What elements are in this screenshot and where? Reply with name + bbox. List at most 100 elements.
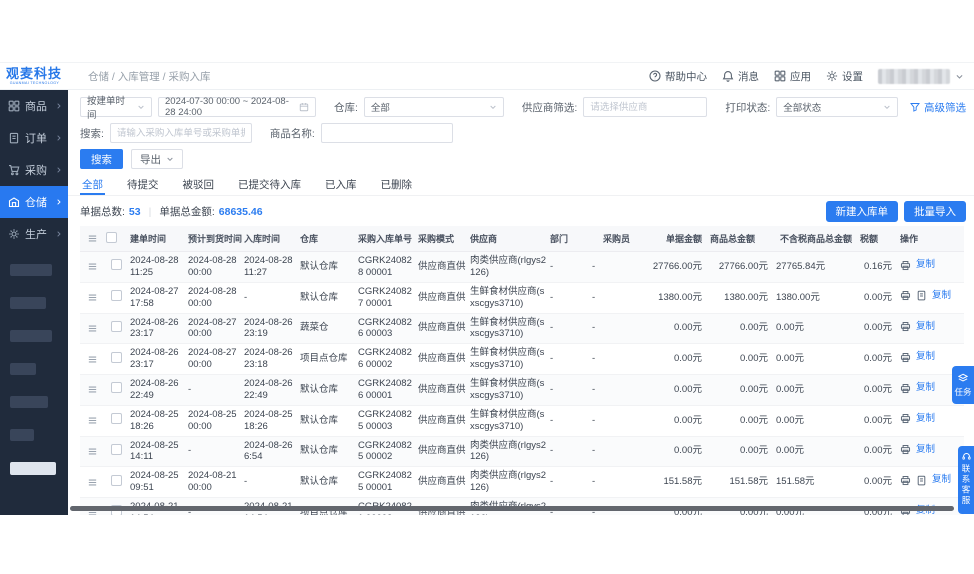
sidebar-item-production[interactable]: 生产 (0, 218, 68, 250)
print-icon[interactable] (900, 260, 911, 271)
status-tab[interactable]: 待提交 (125, 175, 161, 195)
order-number-link[interactable]: CGRK240826 00001 (356, 375, 416, 406)
cell-supplier: 生鲜食材供应商(sxscgys3710) (468, 375, 548, 406)
row-checkbox[interactable] (111, 444, 122, 455)
print-icon[interactable] (900, 383, 911, 394)
order-number-link[interactable]: CGRK240825 00001 (356, 467, 416, 498)
copy-link[interactable]: 复制 (916, 259, 935, 271)
row-checkbox[interactable] (111, 259, 122, 270)
cell-buyer: - (590, 313, 636, 344)
drag-handle-icon[interactable] (87, 415, 98, 426)
drag-handle-icon[interactable] (87, 354, 98, 365)
drag-handle-icon[interactable] (87, 261, 98, 272)
drag-handle-icon[interactable] (87, 446, 98, 457)
cell-inbound-time: 2024-08-26 23:18 (242, 344, 298, 375)
filter-bar: 按建单时间 2024-07-30 00:00 ~ 2024-08-28 24:0… (68, 90, 974, 169)
summary-separator: | (149, 206, 152, 218)
drag-handle-icon[interactable] (87, 323, 98, 334)
drag-handle-icon[interactable] (87, 384, 98, 395)
sidebar-item-products[interactable]: 商品 (0, 90, 68, 122)
horizontal-scrollbar[interactable] (70, 506, 954, 511)
settings-button[interactable]: 设置 (826, 69, 863, 84)
status-tab[interactable]: 已入库 (323, 175, 359, 195)
batch-import-button[interactable]: 批量导入 (904, 201, 966, 222)
column-header[interactable]: 操作 (898, 226, 964, 252)
print-icon[interactable] (900, 321, 911, 332)
column-header[interactable]: 供应商 (468, 226, 548, 252)
search-button[interactable]: 搜索 (80, 149, 123, 169)
copy-link[interactable]: 复制 (916, 321, 935, 333)
row-checkbox[interactable] (111, 382, 122, 393)
drag-handle-icon[interactable] (87, 292, 98, 303)
brand-logo[interactable]: 观麦科技 GUANMAI TECHNOLOGY (0, 67, 68, 86)
copy-link[interactable]: 复制 (932, 290, 951, 302)
new-inbound-button[interactable]: 新建入库单 (826, 201, 899, 222)
column-header[interactable]: 建单时间 (128, 226, 186, 252)
warehouse-select[interactable]: 全部 (364, 97, 504, 117)
row-checkbox[interactable] (111, 352, 122, 363)
copy-link[interactable]: 复制 (916, 413, 935, 425)
order-number-link[interactable]: CGRK240825 00002 (356, 436, 416, 467)
cell-doc-amount: 0.00元 (636, 436, 708, 467)
row-checkbox[interactable] (111, 290, 122, 301)
product-name-input[interactable] (321, 123, 453, 143)
row-checkbox[interactable] (111, 413, 122, 424)
column-header[interactable]: 不含税商品总金额 (774, 226, 858, 252)
column-settings-icon[interactable] (87, 233, 98, 244)
print-status-select[interactable]: 全部状态 (776, 97, 898, 117)
apps-grid-icon (774, 70, 786, 82)
select-all-checkbox[interactable] (106, 232, 117, 243)
order-number-link[interactable]: CGRK240826 00002 (356, 344, 416, 375)
print-icon[interactable] (900, 413, 911, 424)
sidebar-item-purchasing[interactable]: 采购 (0, 154, 68, 186)
task-panel-button[interactable]: 任务 (952, 366, 974, 404)
print-icon[interactable] (900, 444, 911, 455)
row-checkbox[interactable] (111, 475, 122, 486)
sidebar-redacted-section (0, 250, 68, 475)
column-header[interactable]: 税额 (858, 226, 898, 252)
chevron-right-icon (55, 134, 63, 142)
print-icon[interactable] (900, 475, 911, 486)
date-type-select[interactable]: 按建单时间 (80, 97, 152, 117)
order-number-link[interactable]: CGRK240826 00003 (356, 313, 416, 344)
advanced-filter-link[interactable]: 高级筛选 (910, 100, 966, 115)
order-number-link[interactable]: CGRK240827 00001 (356, 282, 416, 313)
user-menu[interactable] (878, 69, 964, 84)
breadcrumb: 仓储 / 入库管理 / 采购入库 (88, 69, 211, 84)
column-header[interactable]: 预计到货时间 (186, 226, 242, 252)
order-number-link[interactable]: CGRK240828 00001 (356, 252, 416, 283)
column-header[interactable]: 入库时间 (242, 226, 298, 252)
document-icon[interactable] (916, 475, 927, 486)
search-input[interactable] (110, 123, 252, 143)
order-number-link[interactable]: CGRK240825 00003 (356, 405, 416, 436)
column-header[interactable]: 仓库 (298, 226, 356, 252)
drag-handle-icon[interactable] (87, 477, 98, 488)
status-tab[interactable]: 已提交待入库 (236, 175, 303, 195)
status-tab[interactable]: 被驳回 (181, 175, 217, 195)
column-header[interactable]: 单据金额 (636, 226, 708, 252)
row-checkbox[interactable] (111, 321, 122, 332)
copy-link[interactable]: 复制 (932, 474, 951, 486)
document-icon[interactable] (916, 290, 927, 301)
status-tab[interactable]: 全部 (80, 175, 105, 195)
print-icon[interactable] (900, 352, 911, 363)
column-header[interactable]: 采购员 (590, 226, 636, 252)
print-icon[interactable] (900, 290, 911, 301)
column-header[interactable]: 商品总金额 (708, 226, 774, 252)
apps-button[interactable]: 应用 (774, 69, 811, 84)
column-header[interactable]: 部门 (548, 226, 590, 252)
sidebar-item-orders[interactable]: 订单 (0, 122, 68, 154)
column-header[interactable]: 采购模式 (416, 226, 468, 252)
date-range-input[interactable]: 2024-07-30 00:00 ~ 2024-08-28 24:00 (158, 97, 316, 117)
column-header[interactable]: 采购入库单号 (356, 226, 416, 252)
customer-service-button[interactable]: 联系客服 (958, 446, 974, 514)
copy-link[interactable]: 复制 (916, 351, 935, 363)
messages-button[interactable]: 消息 (722, 69, 759, 84)
copy-link[interactable]: 复制 (916, 444, 935, 456)
export-button[interactable]: 导出 (131, 149, 183, 169)
supplier-filter-input[interactable] (583, 97, 707, 117)
copy-link[interactable]: 复制 (916, 382, 935, 394)
sidebar-item-warehouse[interactable]: 仓储 (0, 186, 68, 218)
status-tab[interactable]: 已删除 (379, 175, 415, 195)
help-center-button[interactable]: 帮助中心 (649, 69, 707, 84)
